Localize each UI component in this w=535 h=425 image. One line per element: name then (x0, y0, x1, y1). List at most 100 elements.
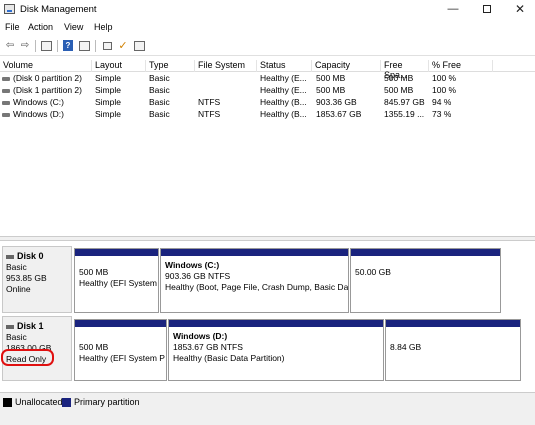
maximize-button[interactable] (472, 2, 502, 17)
toolbar-separator (95, 40, 96, 52)
back-arrow-icon[interactable]: ⇦ (3, 39, 17, 52)
disk-0-label[interactable]: Disk 0 Basic 953.85 GB Online (2, 246, 72, 313)
title-bar: Disk Management — ✕ (0, 0, 535, 19)
legend-unallocated: Unallocated (3, 397, 63, 407)
volume-icon (2, 88, 10, 93)
volume-capacity: 1853.67 GB (316, 109, 362, 119)
volume-capacity: 500 MB (316, 73, 346, 83)
disk-size: 953.85 GB (6, 273, 47, 283)
column-header-file-system[interactable]: File System (195, 60, 257, 72)
volume-free-space: 845.97 GB (384, 97, 425, 107)
volume-list-header: Volume Layout Type File System Status Ca… (0, 59, 535, 80)
column-header-status[interactable]: Status (257, 60, 312, 72)
volume-type: Basic (149, 109, 170, 119)
view-settings-icon[interactable] (132, 39, 146, 52)
partition-title: Windows (D:) (173, 331, 228, 341)
partition-status: Healthy (EFI System P (79, 353, 165, 363)
primary-partition-bar (75, 249, 158, 256)
disk-name: Disk 0 (6, 251, 68, 262)
toolbar-separator (35, 40, 36, 52)
partition-size: 500 MB (79, 267, 109, 277)
window-title: Disk Management (20, 4, 97, 15)
column-header-type[interactable]: Type (146, 60, 195, 72)
partition-size: 50.00 GB (355, 267, 391, 277)
column-header-volume[interactable]: Volume (0, 60, 92, 72)
column-header-free-space[interactable]: Free Spa... (381, 60, 429, 80)
volume-icon (2, 112, 10, 117)
disk-type: Basic (6, 262, 27, 272)
volume-free-space: 500 MB (384, 73, 414, 83)
read-only-highlight-circle (1, 349, 54, 366)
partition-title: Windows (C:) (165, 260, 220, 270)
volume-file-system: NTFS (198, 109, 221, 119)
volume-icon (2, 76, 10, 81)
maximize-icon (483, 5, 491, 13)
primary-partition-bar (169, 320, 383, 327)
close-button[interactable]: ✕ (505, 2, 535, 17)
volume-layout: Simple (95, 97, 121, 107)
menu-action[interactable]: Action (28, 22, 53, 32)
volume-percent-free: 73 % (432, 109, 452, 119)
partition-disk0-efi[interactable]: 500 MB Healthy (EFI System (74, 248, 159, 313)
partition-disk1-windows-d[interactable]: Windows (D:) 1853.67 GB NTFS Healthy (Ba… (168, 319, 384, 381)
volume-name: (Disk 1 partition 2) (2, 85, 92, 95)
volume-layout: Simple (95, 85, 121, 95)
partition-size: 8.84 GB (390, 342, 422, 352)
volume-file-system: NTFS (198, 97, 221, 107)
primary-partition-bar (75, 320, 166, 327)
volume-type: Basic (149, 97, 170, 107)
disk-type: Basic (6, 332, 27, 342)
volume-name: Windows (D:) (2, 109, 92, 119)
partition-size: 1853.67 GB NTFS (173, 342, 243, 352)
partition-disk1-8gb[interactable]: 8.84 GB (385, 319, 521, 381)
partition-disk1-efi[interactable]: 500 MB Healthy (EFI System P (74, 319, 167, 381)
partition-size: 903.36 GB NTFS (165, 271, 231, 281)
primary-partition-bar (386, 320, 520, 327)
partition-disk0-50gb[interactable]: 50.00 GB (350, 248, 501, 313)
volume-status: Healthy (E... (260, 73, 307, 83)
checklist-icon[interactable]: ✓ (116, 39, 130, 52)
volume-status: Healthy (B... (260, 109, 307, 119)
partition-status: Healthy (Basic Data Partition) (173, 353, 285, 363)
connect-disk-icon[interactable] (100, 39, 114, 52)
volume-type: Basic (149, 85, 170, 95)
column-header-layout[interactable]: Layout (92, 60, 146, 72)
volume-percent-free: 100 % (432, 85, 457, 95)
forward-arrow-icon[interactable]: ⇨ (18, 39, 32, 52)
menu-file[interactable]: File (5, 22, 20, 32)
volume-status: Healthy (E... (260, 85, 307, 95)
volume-row[interactable]: Windows (C:) Simple Basic NTFS Healthy (… (0, 96, 535, 108)
volume-list: Volume Layout Type File System Status Ca… (0, 59, 535, 120)
primary-partition-swatch (62, 397, 71, 407)
menu-view[interactable]: View (64, 22, 83, 32)
volume-status: Healthy (B... (260, 97, 307, 107)
primary-partition-bar (351, 249, 500, 256)
column-header-percent-free[interactable]: % Free (429, 60, 493, 72)
menu-help[interactable]: Help (94, 22, 113, 32)
volume-percent-free: 94 % (432, 97, 452, 107)
help-icon[interactable]: ? (61, 39, 75, 52)
unallocated-swatch (3, 397, 12, 407)
volume-row[interactable]: (Disk 0 partition 2) Simple Basic Health… (0, 72, 535, 84)
partition-status: Healthy (Boot, Page File, Crash Dump, Ba… (165, 282, 348, 292)
volume-type: Basic (149, 73, 170, 83)
minimize-button[interactable]: — (438, 2, 468, 17)
partition-disk0-windows-c[interactable]: Windows (C:) 903.36 GB NTFS Healthy (Boo… (160, 248, 349, 313)
disk-management-app-icon (4, 4, 15, 14)
toolbar: ⇦ ⇨ ? ✓ (0, 36, 535, 56)
volume-layout: Simple (95, 73, 121, 83)
menu-bar: File Action View Help (0, 19, 535, 36)
volume-name: (Disk 0 partition 2) (2, 73, 92, 83)
properties-icon[interactable] (77, 39, 91, 52)
toolbar-separator (57, 40, 58, 52)
volume-free-space: 500 MB (384, 85, 414, 95)
column-header-capacity[interactable]: Capacity (312, 60, 381, 72)
volume-row[interactable]: Windows (D:) Simple Basic NTFS Healthy (… (0, 108, 535, 120)
console-tree-icon[interactable] (39, 39, 53, 52)
volume-percent-free: 100 % (432, 73, 457, 83)
volume-row[interactable]: (Disk 1 partition 2) Simple Basic Health… (0, 84, 535, 96)
volume-free-space: 1355.19 ... (384, 109, 425, 119)
status-bar (0, 410, 535, 425)
volume-icon (2, 100, 10, 105)
volume-layout: Simple (95, 109, 121, 119)
